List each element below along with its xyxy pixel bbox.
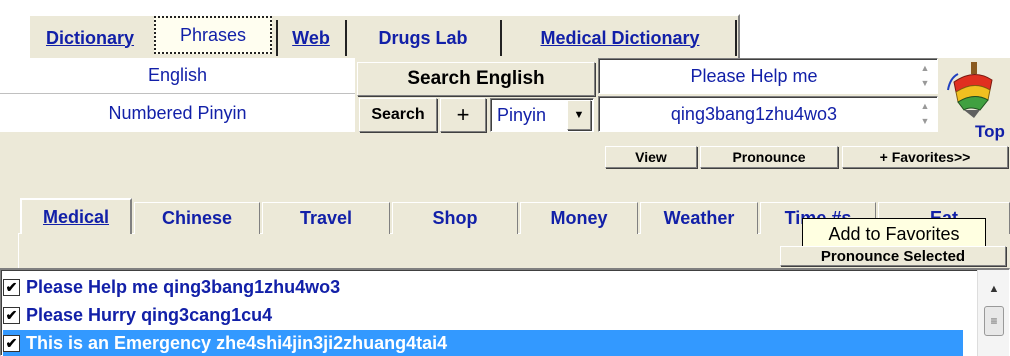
search-english-button[interactable]: Search English [357, 62, 595, 96]
menu-dictionary[interactable]: Dictionary [30, 20, 150, 56]
phrase-list[interactable]: ✔ Please Help me qing3bang1zhu4wo3 ✔ Ple… [0, 268, 1010, 356]
scroll-up-icon[interactable]: ▲ [915, 61, 935, 75]
menu-divider [276, 20, 278, 56]
menu-drugs-lab-label: Drugs Lab [378, 27, 468, 48]
view-button[interactable]: View [605, 146, 697, 168]
menu-divider [345, 20, 347, 56]
pinyin-mode-select[interactable]: Pinyin ▼ [490, 98, 594, 132]
tab-travel-label: Travel [299, 208, 353, 228]
spinning-top-icon[interactable] [944, 60, 1006, 122]
source-language-text: English [147, 65, 208, 85]
english-result-text: Please Help me [690, 65, 818, 86]
pinyin-mode-value: Pinyin [497, 104, 547, 125]
pronounce-selected-button[interactable]: Pronounce Selected [780, 246, 1006, 266]
search-english-label: Search English [407, 68, 545, 89]
tab-medical[interactable]: Medical [20, 198, 132, 234]
chevron-down-icon[interactable]: ▼ [567, 100, 591, 130]
favorites-button-label: + Favorites>> [879, 149, 971, 165]
plus-button-label: + [456, 102, 470, 127]
tab-weather[interactable]: Weather [640, 202, 758, 234]
list-item-text: This is an Emergency zhe4shi4jin3ji2zhua… [26, 332, 448, 353]
list-item-text: Please Hurry qing3cang1cu4 [26, 304, 273, 325]
list-item-text: Please Help me qing3bang1zhu4wo3 [26, 276, 341, 297]
list-item-selected[interactable]: ✔ This is an Emergency zhe4shi4jin3ji2zh… [3, 330, 963, 356]
tab-weather-label: Weather [663, 208, 735, 228]
target-language-text: Numbered Pinyin [108, 102, 247, 123]
scroll-up-icon[interactable]: ▲ [915, 99, 935, 113]
tab-chinese-label: Chinese [161, 208, 233, 228]
pinyin-result-box[interactable]: qing3bang1zhu4wo3 ▲ ▼ [598, 96, 938, 132]
top-label[interactable]: Top [975, 122, 1005, 142]
tab-shop[interactable]: Shop [392, 202, 518, 234]
checkbox[interactable]: ✔ [3, 306, 20, 324]
list-item[interactable]: ✔ Please Hurry qing3cang1cu4 [3, 302, 963, 328]
menu-divider [500, 20, 502, 56]
tab-chinese[interactable]: Chinese [134, 202, 260, 234]
favorites-button[interactable]: + Favorites>> [842, 146, 1008, 168]
menu-divider [735, 20, 737, 56]
checkbox[interactable]: ✔ [3, 278, 20, 296]
pronounce-selected-label: Pronounce Selected [820, 247, 966, 265]
scroll-down-icon[interactable]: ▼ [915, 76, 935, 90]
pinyin-result-text: qing3bang1zhu4wo3 [670, 103, 838, 124]
favorites-tooltip-text: Add to Favorites [828, 223, 960, 244]
view-button-label: View [635, 149, 667, 165]
menu-medical-dictionary-label: Medical Dictionary [540, 27, 700, 48]
plus-button[interactable]: + [440, 98, 486, 132]
menu-dictionary-label: Dictionary [45, 27, 135, 48]
menu-phrases[interactable]: Phrases [154, 16, 272, 54]
tab-medical-label: Medical [42, 206, 110, 227]
tab-money-label: Money [550, 208, 608, 228]
list-scrollbar[interactable]: ▲ ≡ [977, 270, 1009, 356]
pronounce-button-label: Pronounce [732, 149, 806, 165]
menu-web[interactable]: Web [280, 20, 342, 56]
menu-drugs-lab[interactable]: Drugs Lab [348, 20, 498, 56]
target-language-field[interactable]: Numbered Pinyin [0, 94, 355, 132]
source-language-field[interactable]: English [0, 58, 355, 94]
menu-phrases-label: Phrases [179, 24, 247, 45]
menu-web-label: Web [292, 27, 330, 48]
english-result-box[interactable]: Please Help me ▲ ▼ [598, 58, 938, 94]
scroll-thumb[interactable]: ≡ [984, 306, 1004, 336]
scroll-up-icon[interactable]: ▲ [982, 278, 1006, 300]
tab-travel[interactable]: Travel [262, 202, 390, 234]
tab-shop-label: Shop [432, 208, 478, 228]
tab-money[interactable]: Money [520, 202, 638, 234]
menu-medical-dictionary[interactable]: Medical Dictionary [505, 20, 735, 56]
checkbox[interactable]: ✔ [3, 334, 20, 352]
search-button[interactable]: Search [359, 98, 437, 132]
pronounce-button[interactable]: Pronounce [700, 146, 838, 168]
list-item[interactable]: ✔ Please Help me qing3bang1zhu4wo3 [3, 274, 963, 300]
scroll-down-icon[interactable]: ▼ [915, 114, 935, 128]
search-button-label: Search [371, 106, 425, 123]
